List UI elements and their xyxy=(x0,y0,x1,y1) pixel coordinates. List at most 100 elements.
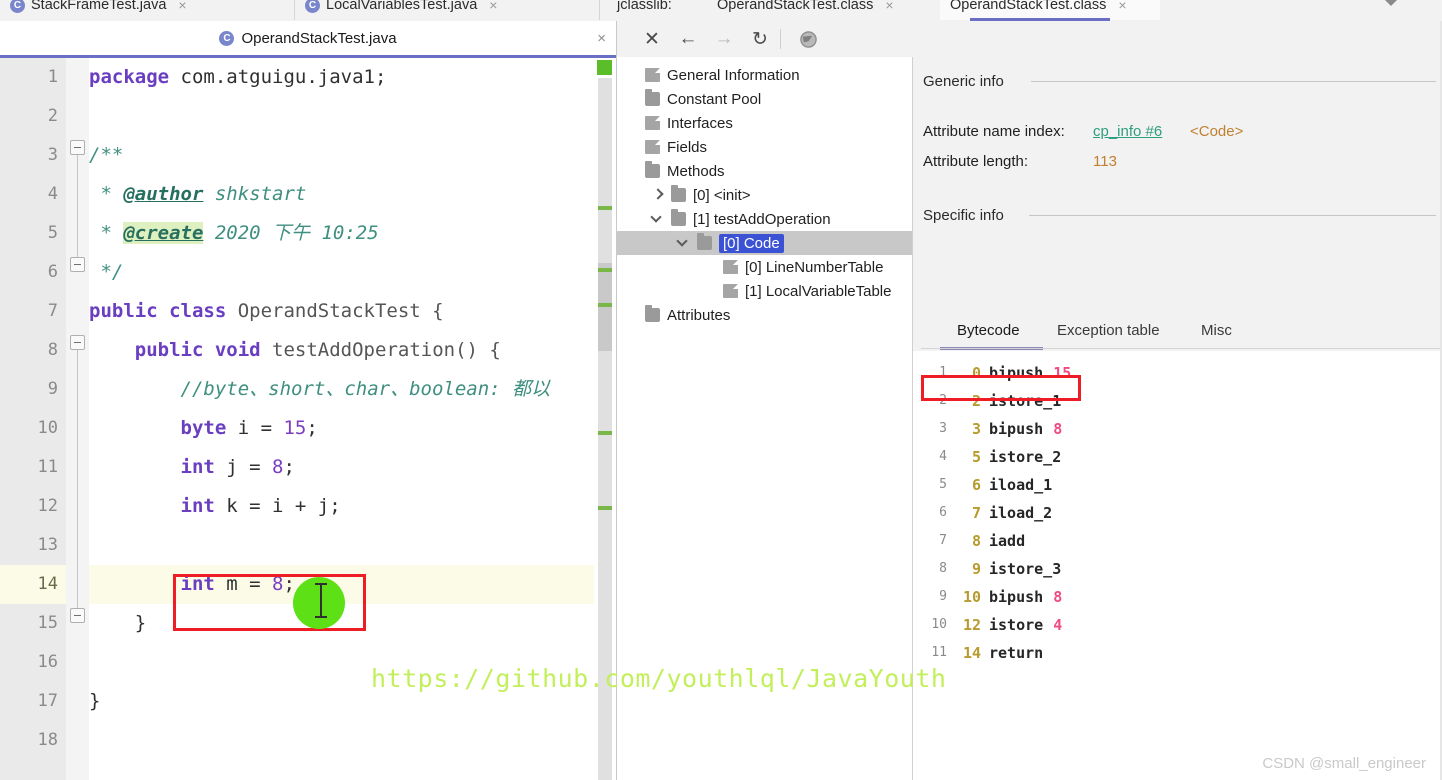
fold-marker-method-end[interactable] xyxy=(70,608,85,623)
bytecode-instruction-row[interactable]: 9 10 bipush 8 xyxy=(913,583,1442,611)
bytecode-instruction-row[interactable]: 2 2 istore_1 xyxy=(913,387,1442,415)
code-token: int xyxy=(180,456,215,478)
close-icon[interactable]: × xyxy=(178,0,186,13)
instruction-opcode[interactable]: bipush xyxy=(989,415,1043,443)
tree-node-label: [0] LineNumberTable xyxy=(745,258,884,276)
code-token: @author xyxy=(123,183,204,205)
tree-node[interactable]: Interfaces xyxy=(617,111,912,135)
code-token: shkstart xyxy=(203,183,307,205)
editor-tab-operandstacktest[interactable]: C OperandStackTest.java × xyxy=(0,21,616,55)
class-structure-tree[interactable]: General Information Constant Pool Interfac… xyxy=(617,57,913,780)
bytecode-instruction-row[interactable]: 10 12 istore 4 xyxy=(913,611,1442,639)
code-token: public class xyxy=(89,300,227,322)
instruction-opcode[interactable]: istore_2 xyxy=(989,443,1061,471)
line-number: 10 xyxy=(37,418,58,438)
java-class-icon: C xyxy=(219,30,235,46)
line-number: 4 xyxy=(47,184,58,204)
chevron-down-icon[interactable] xyxy=(651,212,665,226)
tree-node[interactable]: General Information xyxy=(617,63,912,87)
tree-node[interactable]: [0] Code xyxy=(617,231,912,255)
chevron-right-icon[interactable] xyxy=(651,188,665,202)
bytecode-instruction-row[interactable]: 5 6 iload_1 xyxy=(913,471,1442,499)
code-line-6: */ xyxy=(89,253,123,292)
code-line-15: } xyxy=(89,604,146,643)
bytecode-instruction-row[interactable]: 1 0 bipush 15 xyxy=(913,359,1442,387)
editor-scrollbar[interactable] xyxy=(594,58,616,780)
code-token: /** xyxy=(89,144,124,166)
chevron-down-icon[interactable] xyxy=(677,236,691,250)
inspection-status-icon[interactable] xyxy=(597,60,612,75)
instruction-opcode[interactable]: bipush xyxy=(989,359,1043,387)
code-token: int xyxy=(180,495,215,517)
tab-exception-table[interactable]: Exception table xyxy=(1057,315,1160,347)
instruction-opcode[interactable]: istore_3 xyxy=(989,555,1061,583)
tree-node[interactable]: [1] LocalVariableTable xyxy=(617,279,912,303)
ide-tab-localvariablestest[interactable]: C LocalVariablesTest.java × xyxy=(295,0,600,20)
code-text-area[interactable]: package com.atguigu.java1; /** * @author … xyxy=(89,58,594,780)
code-token: byte xyxy=(180,417,227,439)
cp-info-link[interactable]: cp_info #6 xyxy=(1093,123,1162,140)
globe-icon[interactable] xyxy=(795,27,821,51)
bytecode-instruction-row[interactable]: 3 3 bipush 8 xyxy=(913,415,1442,443)
csdn-watermark: CSDN @small_engineer xyxy=(1262,755,1426,772)
instruction-opcode[interactable]: istore xyxy=(989,611,1043,639)
folder-icon xyxy=(645,305,660,322)
tree-node-label: [1] LocalVariableTable xyxy=(745,282,892,300)
code-line-17: } xyxy=(89,682,100,721)
fold-line xyxy=(77,155,78,265)
tab-misc[interactable]: Misc xyxy=(1201,315,1232,347)
fold-marker-method[interactable] xyxy=(70,335,85,350)
instruction-opcode[interactable]: istore_1 xyxy=(989,387,1061,415)
scrollbar-thumb[interactable] xyxy=(598,263,612,351)
chevron-down-icon[interactable] xyxy=(1384,0,1398,10)
bytecode-instruction-row[interactable]: 11 14 return xyxy=(913,639,1442,667)
close-icon[interactable]: × xyxy=(489,0,497,13)
java-class-icon: C xyxy=(10,0,25,13)
bytecode-instruction-row[interactable]: 8 9 istore_3 xyxy=(913,555,1442,583)
toolbar-divider xyxy=(780,29,781,49)
scrollbar-track[interactable] xyxy=(598,78,612,780)
instruction-opcode[interactable]: bipush xyxy=(989,583,1043,611)
tree-node[interactable]: Methods xyxy=(617,159,912,183)
jclasslib-panel-label: jclasslib: xyxy=(617,0,672,13)
forward-arrow-icon[interactable]: → xyxy=(711,27,737,51)
code-token: * xyxy=(89,183,124,205)
tree-node[interactable]: Attributes xyxy=(617,303,912,327)
java-class-icon: C xyxy=(305,0,320,13)
instruction-index: 7 xyxy=(939,533,947,548)
close-icon[interactable]: × xyxy=(1118,0,1126,13)
instruction-offset: 2 xyxy=(971,392,981,410)
instruction-offset: 7 xyxy=(971,504,981,522)
bytecode-instruction-row[interactable]: 4 5 istore_2 xyxy=(913,443,1442,471)
bytecode-listing[interactable]: 1 0 bipush 15 2 2 istore_1 3 3 bipush 8 4 5 istore_2 5… xyxy=(913,351,1442,780)
tree-node[interactable]: [0] <init> xyxy=(617,183,912,207)
folder-icon xyxy=(645,89,660,106)
line-number-gutter: 1 2 3 4 5 6 7 8 9 10 11 12 13 14 15 16 1… xyxy=(0,58,66,780)
reload-icon[interactable]: ↻ xyxy=(747,27,773,51)
tree-node[interactable]: [1] testAddOperation xyxy=(617,207,912,231)
back-arrow-icon[interactable]: ← xyxy=(675,27,701,51)
code-line-11: int j = 8; xyxy=(89,448,295,487)
ide-tab-stackframetest[interactable]: C StackFrameTest.java × xyxy=(0,0,295,20)
instruction-opcode[interactable]: iadd xyxy=(989,527,1025,555)
close-icon[interactable]: × xyxy=(885,0,893,13)
tree-node[interactable]: Fields xyxy=(617,135,912,159)
tree-node[interactable]: Constant Pool xyxy=(617,87,912,111)
tab-bytecode[interactable]: Bytecode xyxy=(957,315,1020,347)
instruction-opcode[interactable]: return xyxy=(989,639,1043,667)
close-icon[interactable]: × xyxy=(597,30,606,47)
fold-marker-javadoc[interactable] xyxy=(70,140,85,155)
class-tab-2-active[interactable]: OperandStackTest.class × xyxy=(940,0,1160,20)
close-icon[interactable]: ✕ xyxy=(639,27,665,51)
instruction-opcode[interactable]: iload_1 xyxy=(989,471,1052,499)
line-number: 18 xyxy=(37,730,58,750)
instruction-opcode[interactable]: iload_2 xyxy=(989,499,1052,527)
generic-info-heading: Generic info xyxy=(923,73,1004,90)
bytecode-instruction-row[interactable]: 6 7 iload_2 xyxy=(913,499,1442,527)
bytecode-instruction-row[interactable]: 7 8 iadd xyxy=(913,527,1442,555)
class-tab-1[interactable]: OperandStackTest.class × xyxy=(707,0,937,20)
code-line-10: byte i = 15; xyxy=(89,409,318,448)
tree-node[interactable]: [0] LineNumberTable xyxy=(617,255,912,279)
fold-marker-javadoc-end[interactable] xyxy=(70,257,85,272)
